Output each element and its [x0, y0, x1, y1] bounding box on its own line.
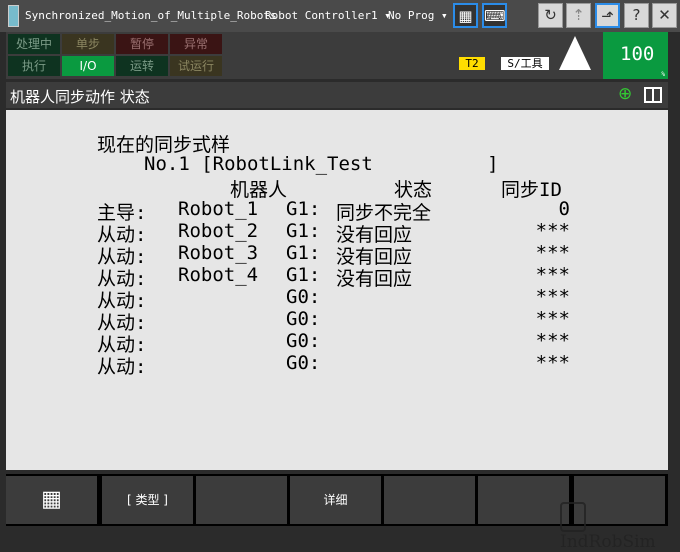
program-dropdown[interactable]: No Prog ▾ — [388, 9, 448, 22]
function-key-2[interactable]: [ 类型 ] — [102, 476, 193, 524]
export-icon[interactable]: ⬏ — [595, 3, 620, 28]
jog-icon[interactable]: ⇡ — [566, 3, 591, 28]
row-id: *** — [535, 220, 570, 242]
frame-badge: S/工具 — [501, 57, 549, 70]
status-led: I/O — [62, 56, 114, 76]
row-robot: Robot_4 — [178, 264, 259, 286]
grid-icon: ▦ — [41, 487, 62, 512]
row-robot: Robot_1 — [178, 198, 259, 220]
function-key-4[interactable]: 详细 — [290, 476, 381, 524]
function-key-5[interactable] — [384, 476, 475, 524]
status-led: 运转 — [116, 56, 168, 76]
override-unit: % — [661, 71, 665, 78]
row-group: G1: — [286, 264, 321, 286]
row-group: G0: — [286, 352, 321, 374]
override-display[interactable]: 100% — [603, 32, 668, 79]
status-led: 执行 — [8, 56, 60, 76]
refresh-icon[interactable]: ↻ — [538, 3, 563, 28]
row-role: 从动: — [97, 356, 147, 378]
row-robot: Robot_2 — [178, 220, 259, 242]
row-id: *** — [535, 264, 570, 286]
window-title: Synchronized_Motion_of_Multiple_Robots — [25, 9, 277, 22]
help-icon[interactable]: ? — [624, 3, 649, 28]
row-id: *** — [535, 330, 570, 352]
layout-icon[interactable] — [644, 87, 662, 103]
close-icon[interactable]: ✕ — [652, 3, 677, 28]
override-value: 100 — [620, 43, 655, 65]
row-id: *** — [535, 352, 570, 374]
screen-header: 机器人同步动作 状态 ⊕ — [6, 82, 668, 108]
pattern-name: No.1 [RobotLink_Test ] — [144, 153, 499, 175]
keyboard-icon[interactable]: ⌨ — [482, 3, 507, 28]
function-key-6[interactable] — [478, 476, 569, 524]
status-panel: 处理中 单步 暂停 异常执行 I/O 运转 试运行 T2 S/工具 100% — [6, 32, 668, 79]
status-led: 试运行 — [170, 56, 222, 76]
title-bar: Synchronized_Motion_of_Multiple_Robots R… — [0, 0, 680, 32]
row-id: *** — [535, 286, 570, 308]
col-id: 同步ID — [501, 179, 562, 201]
zoom-icon[interactable]: ⊕ — [618, 84, 632, 104]
calculator-icon[interactable]: ▦ — [453, 3, 478, 28]
row-group: G0: — [286, 308, 321, 330]
row-robot: Robot_3 — [178, 242, 259, 264]
row-status: 没有回应 — [336, 268, 413, 290]
alert-info-icon[interactable] — [559, 36, 591, 70]
row-group: G1: — [286, 220, 321, 242]
sync-status-panel: 现在的同步式样 No.1 [RobotLink_Test ] 机器人 状态 同步… — [6, 110, 668, 470]
row-id: 0 — [558, 198, 570, 220]
function-key-3[interactable] — [196, 476, 287, 524]
menu-grid-button[interactable]: ▦ — [6, 476, 97, 524]
row-id: *** — [535, 308, 570, 330]
status-led: 单步 — [62, 34, 114, 54]
status-led: 异常 — [170, 34, 222, 54]
screen-title: 机器人同步动作 状态 — [10, 88, 150, 106]
row-group: G1: — [286, 198, 321, 220]
row-id: *** — [535, 242, 570, 264]
status-led: 暂停 — [116, 34, 168, 54]
row-group: G0: — [286, 330, 321, 352]
row-group: G1: — [286, 242, 321, 264]
pendant-icon — [8, 5, 19, 27]
mode-badge: T2 — [459, 57, 485, 70]
status-led: 处理中 — [8, 34, 60, 54]
row-group: G0: — [286, 286, 321, 308]
watermark-logo: IndRobSim — [560, 502, 680, 552]
controller-dropdown[interactable]: Robot Controller1 ▾ — [265, 9, 391, 22]
